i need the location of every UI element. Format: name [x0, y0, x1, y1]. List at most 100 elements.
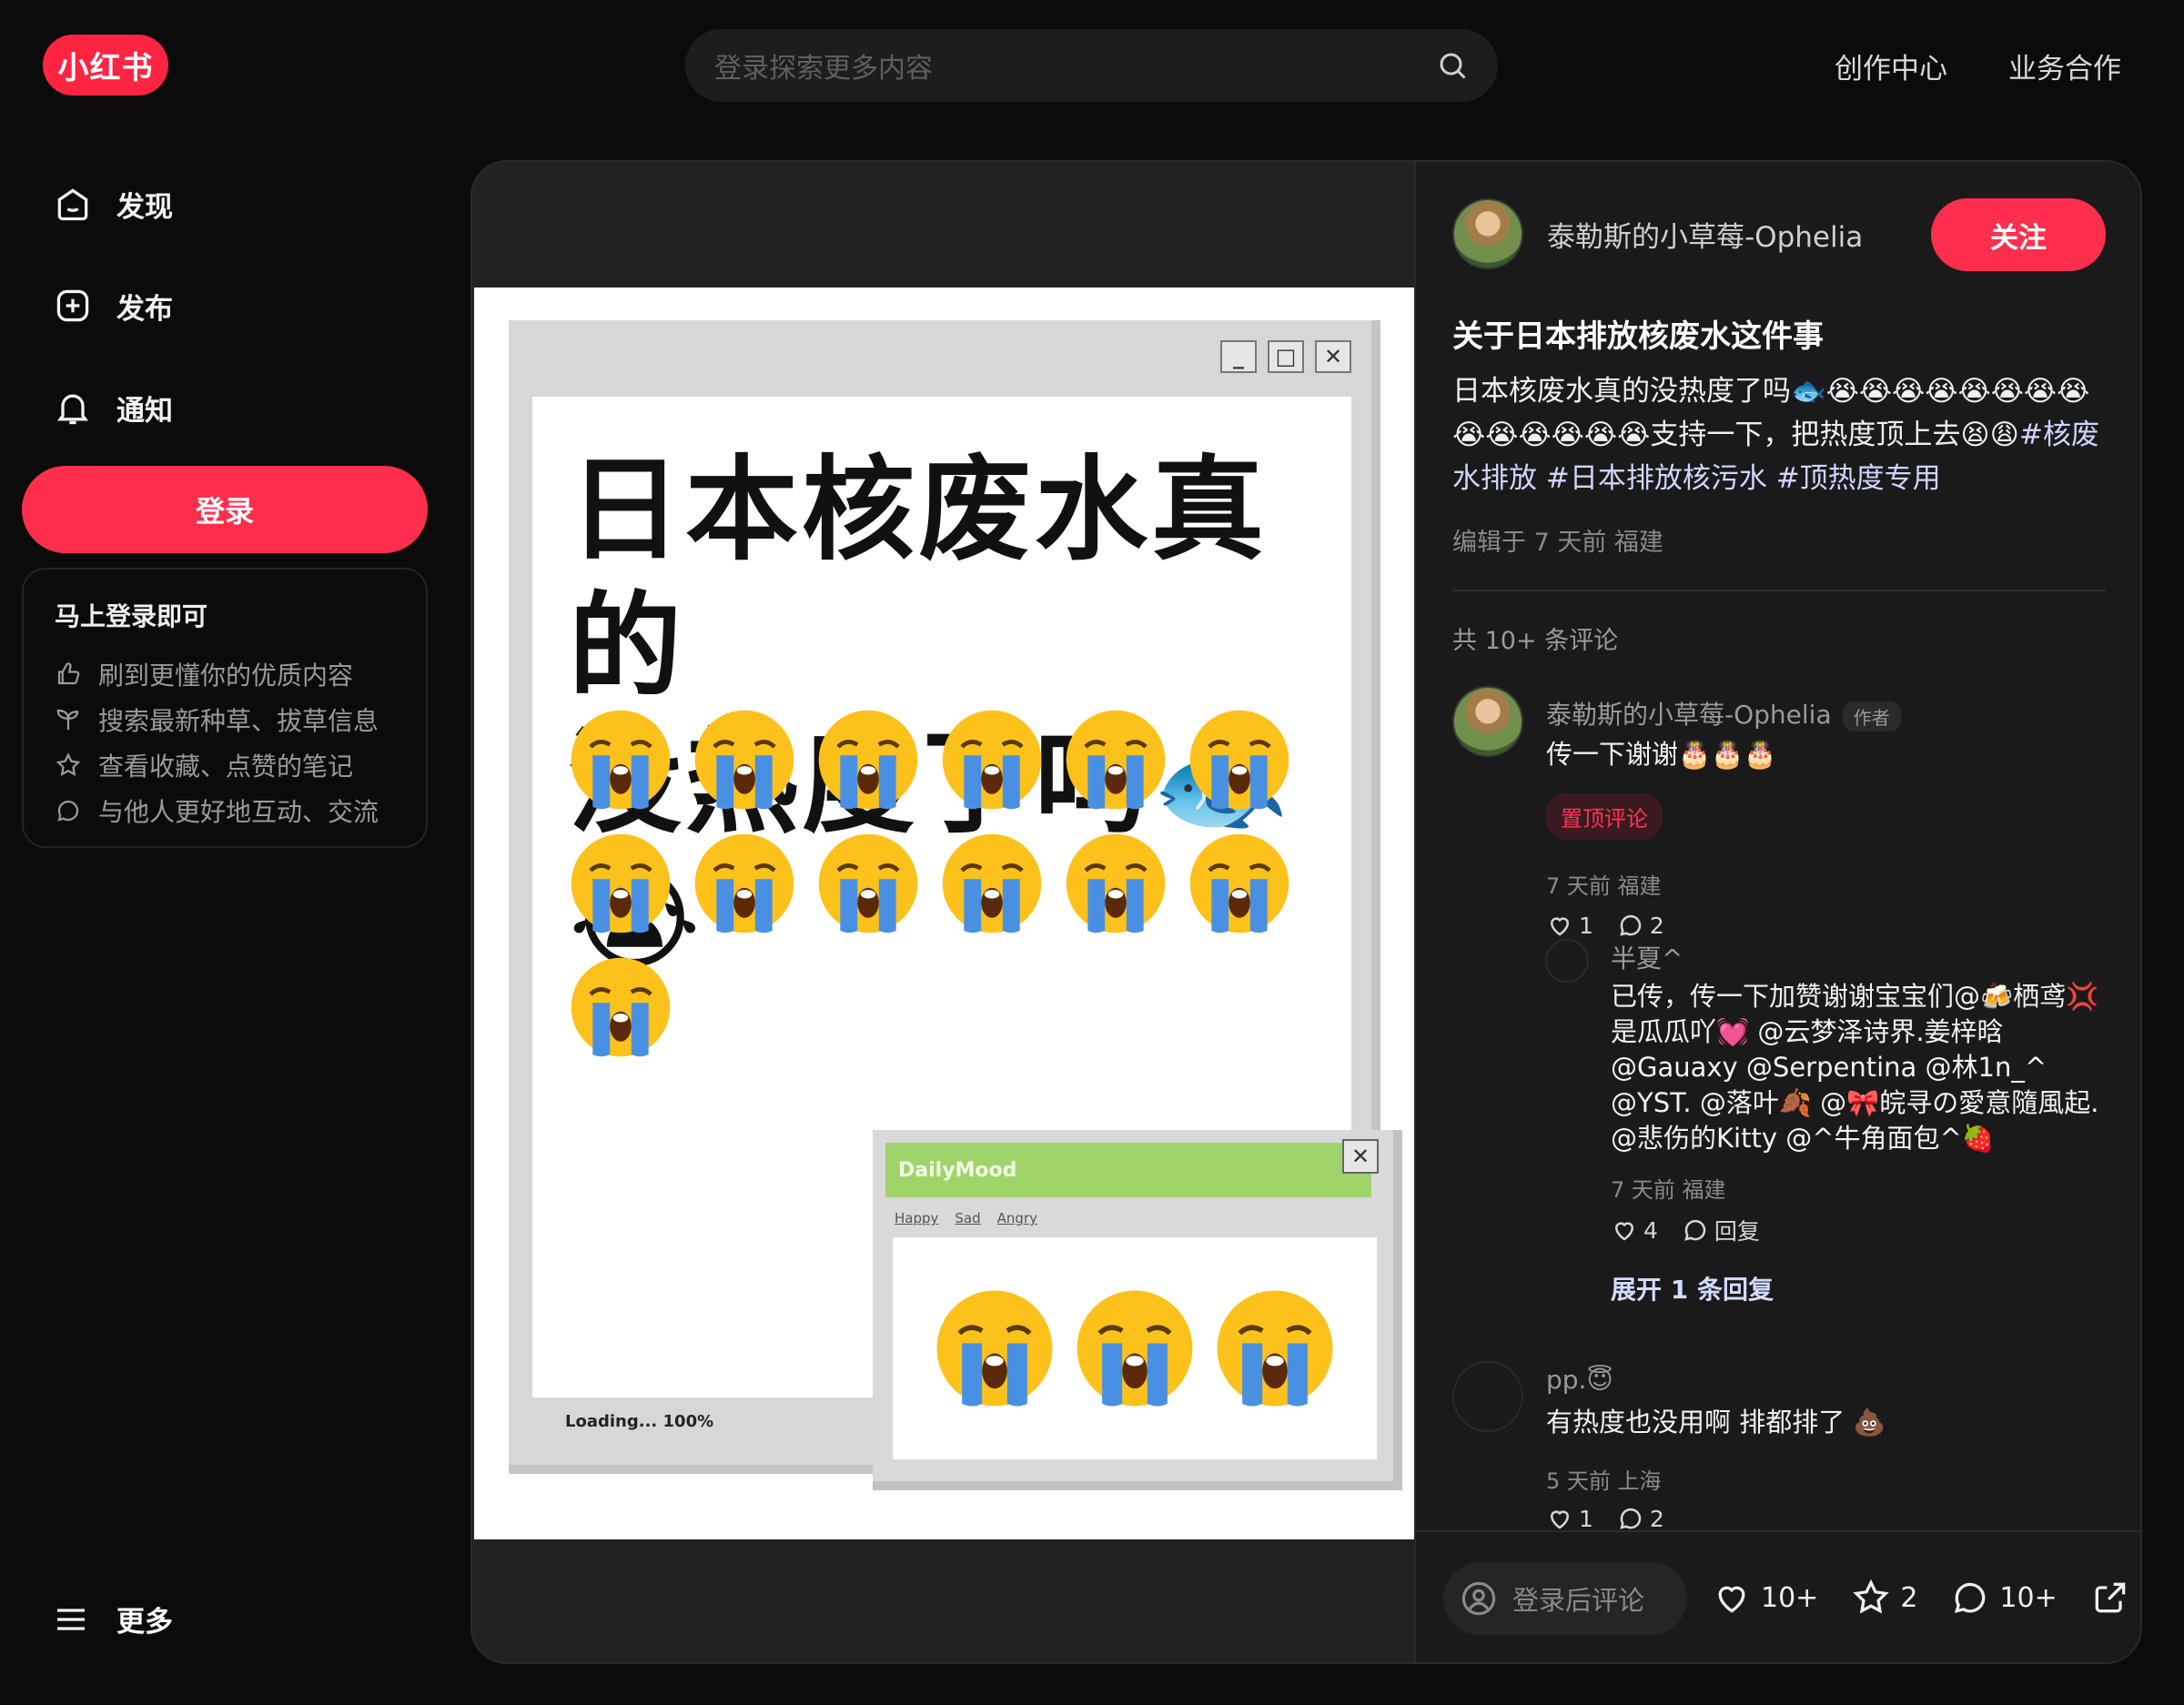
expand-replies-button[interactable]: 展开 1 条回复: [1611, 1270, 1774, 1306]
plus-square-icon: [56, 289, 89, 322]
hashtag-link[interactable]: #日本排放核污水: [1546, 462, 1767, 495]
business-link[interactable]: 业务合作: [2008, 45, 2121, 86]
comment-text: 已传，传一下加赞谢谢宝宝们@🍻栖鸢💢是瓜瓜吖💓 @云梦泽诗界.姜梓晗 @Gaua…: [1611, 981, 2099, 1154]
comment-input[interactable]: 登录后评论: [1443, 1562, 1687, 1635]
sidebar-item-notifications[interactable]: 通知: [53, 380, 173, 435]
comment-actions: 4 回复: [1611, 1214, 1760, 1246]
heart-icon: [1550, 917, 1570, 936]
heart-icon: [1614, 1222, 1634, 1241]
comment-author[interactable]: 半夏^: [1611, 939, 1683, 975]
comment-author[interactable]: pp.😇: [1546, 1365, 1613, 1395]
share-icon: [2095, 1582, 2126, 1613]
crying-emoji-icon: [932, 1286, 1057, 1411]
mood-window-titlebar: DailyMood: [885, 1143, 1371, 1197]
crying-emoji-icon: [1062, 830, 1169, 937]
note-media: _ □ ✕ 日本核废水真的 没热度了吗🐟😭: [472, 162, 1414, 1662]
note-detail-modal: _ □ ✕ 日本核废水真的 没热度了吗🐟😭: [470, 160, 2142, 1664]
author-name[interactable]: 泰勒斯的小草莓-Ophelia: [1547, 214, 1863, 255]
benefit-item: 刷到更懂你的优质内容: [55, 651, 395, 697]
search-input[interactable]: 登录探索更多内容: [714, 45, 1436, 86]
like-button[interactable]: 1: [1546, 912, 1593, 939]
close-icon: ✕: [1342, 1139, 1379, 1174]
sidebar-item-label: 发现: [116, 190, 173, 224]
note-image[interactable]: _ □ ✕ 日本核废水真的 没热度了吗🐟😭: [474, 288, 1414, 1539]
comment-text: 有热度也没用啊 排都排了 💩: [1546, 1407, 1886, 1438]
benefit-item: 与他人更好地互动、交流: [55, 788, 395, 833]
collect-button[interactable]: 2: [1851, 1578, 1917, 1618]
note-info-panel: 泰勒斯的小草莓-Ophelia 关注 关于日本排放核废水这件事 日本核废水真的没…: [1414, 162, 2140, 1662]
star-icon: [56, 752, 81, 776]
home-icon: [57, 188, 88, 221]
more-label: 更多: [116, 1606, 173, 1639]
sidebar-item-label: 通知: [116, 394, 173, 428]
pinned-badge: 置顶评论: [1546, 793, 1663, 840]
crying-emoji-icon: [1072, 1286, 1198, 1411]
reply-button[interactable]: 回复: [1682, 1214, 1760, 1246]
window-controls: _ □ ✕: [1220, 340, 1351, 373]
chat-bubble-icon: [1620, 1508, 1642, 1529]
sidebar-item-discover[interactable]: 发现: [53, 177, 173, 231]
creator-center-link[interactable]: 创作中心: [1835, 45, 1947, 86]
app-logo[interactable]: 小红书: [43, 35, 168, 96]
crying-emoji-icon: [1186, 830, 1293, 937]
crying-emoji-icon: [814, 706, 922, 813]
like-count: 10+: [1761, 1581, 1819, 1614]
comment-count: 共 10+ 条评论: [1452, 627, 1619, 655]
like-button[interactable]: 1: [1546, 1505, 1593, 1532]
mood-menu-item: Angry: [996, 1210, 1037, 1226]
author-row[interactable]: 泰勒斯的小草莓-Ophelia: [1452, 198, 1863, 269]
crying-emoji-icon: [938, 830, 1046, 937]
chat-bubble-icon: [1955, 1582, 1986, 1613]
mood-menu-item: Sad: [955, 1210, 981, 1226]
comment-meta: 7 天前 福建: [1546, 873, 1662, 899]
minimize-icon: _: [1220, 340, 1257, 373]
reply-button[interactable]: 2: [1617, 1505, 1664, 1532]
avatar[interactable]: [1452, 198, 1523, 269]
mood-window: DailyMood ✕ Happy Sad Angry: [873, 1130, 1402, 1490]
sidebar-item-publish[interactable]: 发布: [53, 278, 173, 333]
comment-meta: 5 天前 上海: [1546, 1468, 1662, 1494]
mood-window-title: DailyMood: [898, 1158, 1017, 1182]
benefit-text: 查看收藏、点赞的笔记: [98, 752, 354, 782]
search-bar[interactable]: 登录探索更多内容: [685, 29, 1498, 102]
thumbs-up-icon: [57, 662, 80, 685]
login-button[interactable]: 登录: [22, 466, 428, 553]
sidebar-item-label: 发布: [116, 292, 173, 326]
like-button[interactable]: 10+: [1712, 1578, 1818, 1618]
like-button[interactable]: 4: [1611, 1216, 1658, 1244]
author-badge: 作者: [1842, 701, 1901, 731]
interaction-bar: 登录后评论 10+ 2 10+: [1416, 1530, 2140, 1662]
comment-author[interactable]: 泰勒斯的小草莓-Ophelia 作者: [1546, 695, 1901, 731]
chat-bubble-icon: [57, 800, 79, 822]
user-icon: [1461, 1581, 1496, 1616]
avatar[interactable]: [1545, 939, 1589, 983]
hamburger-icon: [57, 1608, 85, 1630]
follow-button[interactable]: 关注: [1931, 198, 2106, 271]
bell-icon: [56, 394, 89, 425]
hashtag-link[interactable]: #顶热度专用: [1776, 462, 1941, 495]
avatar[interactable]: [1452, 686, 1523, 757]
reply-button[interactable]: 2: [1617, 912, 1664, 939]
reply-item: 半夏^ 已传，传一下加赞谢谢宝宝们@🍻栖鸢💢是瓜瓜吖💓 @云梦泽诗界.姜梓晗 @…: [1545, 939, 2137, 1305]
avatar[interactable]: [1452, 1361, 1523, 1432]
benefit-item: 查看收藏、点赞的笔记: [55, 742, 395, 788]
comment-actions: 1 2: [1546, 912, 1664, 939]
comment-button[interactable]: 10+: [1950, 1578, 2058, 1618]
crying-emoji-icon: [567, 830, 674, 937]
share-button[interactable]: [2090, 1578, 2130, 1618]
note-meta: 编辑于 7 天前 福建: [1452, 529, 1663, 557]
comment-text: 传一下谢谢🎂🎂🎂: [1546, 739, 1777, 770]
collect-count: 2: [1900, 1581, 1918, 1614]
divider: [1452, 590, 2106, 591]
more-menu-button[interactable]: 更多: [53, 1599, 173, 1639]
star-icon: [1853, 1579, 1889, 1614]
emoji-grid: [567, 706, 1350, 1061]
crying-emoji-icon: [567, 953, 674, 1061]
stats-row: 10+ 2 10+: [1712, 1578, 2130, 1618]
mood-menu: Happy Sad Angry: [895, 1210, 1037, 1226]
sprout-icon: [56, 709, 79, 731]
crying-emoji-icon: [567, 706, 674, 813]
note-description: 日本核废水真的没热度了吗🐟😭😭😭😭😭😭😭😭😭😭😭😭😭😭支持一下，把热度顶上去😫😩…: [1452, 375, 2099, 495]
search-icon[interactable]: [1436, 49, 1469, 82]
crying-emoji-icon: [1062, 706, 1169, 813]
